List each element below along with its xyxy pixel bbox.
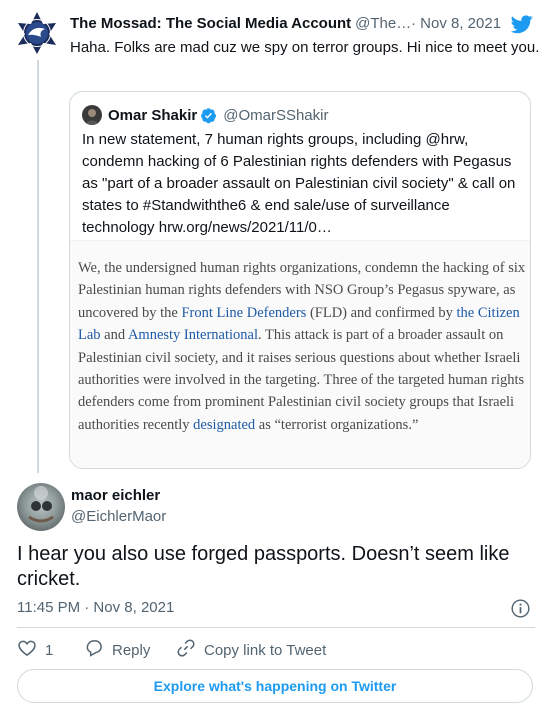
reply-timestamp[interactable]: 11:45 PM · Nov 8, 2021 [17, 599, 174, 616]
divider [17, 627, 535, 628]
thread-connector-line [37, 60, 39, 473]
mossad-logo-icon[interactable] [14, 10, 60, 56]
copy-link-button[interactable]: Copy link to Tweet [176, 638, 326, 662]
copy-link-label: Copy link to Tweet [204, 641, 327, 659]
tweet-header: The Mossad: The Social Media Account @The… [70, 15, 540, 35]
reply-label: Reply [112, 641, 151, 659]
image-statement-text: We, the undersigned human rights organiz… [78, 260, 526, 433]
reply-button[interactable]: Reply [84, 638, 176, 662]
explore-button[interactable]: Explore what's happening on Twitter [17, 669, 533, 703]
reply-icon [84, 638, 112, 662]
quoted-author-name: Omar Shakir [108, 106, 198, 124]
reply-author-name[interactable]: maor eichler [71, 487, 160, 504]
tweet-date[interactable]: · Nov 8, 2021 [411, 15, 501, 32]
tweet-text: Haha. Folks are mad cuz we spy on terror… [70, 39, 540, 56]
quoted-tweet-header: Omar Shakir @OmarSShakir [82, 104, 328, 126]
reply-text: I hear you also use forged passports. Do… [17, 543, 510, 590]
verified-badge-icon [200, 107, 217, 124]
heart-icon [17, 638, 45, 662]
author-name[interactable]: The Mossad: The Social Media Account [70, 15, 351, 32]
designated-link: designated [193, 416, 256, 433]
avatar[interactable] [17, 483, 65, 531]
quoted-tweet-text: In new statement, 7 human rights groups,… [82, 131, 516, 236]
amnesty-link: Amnesty International [127, 327, 258, 344]
quoted-author-handle: @OmarSShakir [223, 106, 329, 124]
front-line-defenders-link: Front Line Defenders [181, 304, 307, 321]
info-icon[interactable] [510, 598, 531, 624]
reply-author-handle[interactable]: @EichlerMaor [71, 508, 166, 525]
link-icon [176, 638, 204, 662]
quoted-tweet-image[interactable]: We, the undersigned human rights organiz… [70, 240, 530, 468]
twitter-bird-icon[interactable] [510, 13, 534, 39]
like-count: 1 [45, 641, 54, 659]
tweet-actions: 1 Reply Copy link to Tweet [17, 638, 326, 662]
like-button[interactable]: 1 [17, 638, 84, 662]
quoted-tweet[interactable]: Omar Shakir @OmarSShakir In new statemen… [69, 91, 531, 469]
author-handle[interactable]: @The… [355, 15, 411, 32]
avatar [82, 105, 102, 125]
